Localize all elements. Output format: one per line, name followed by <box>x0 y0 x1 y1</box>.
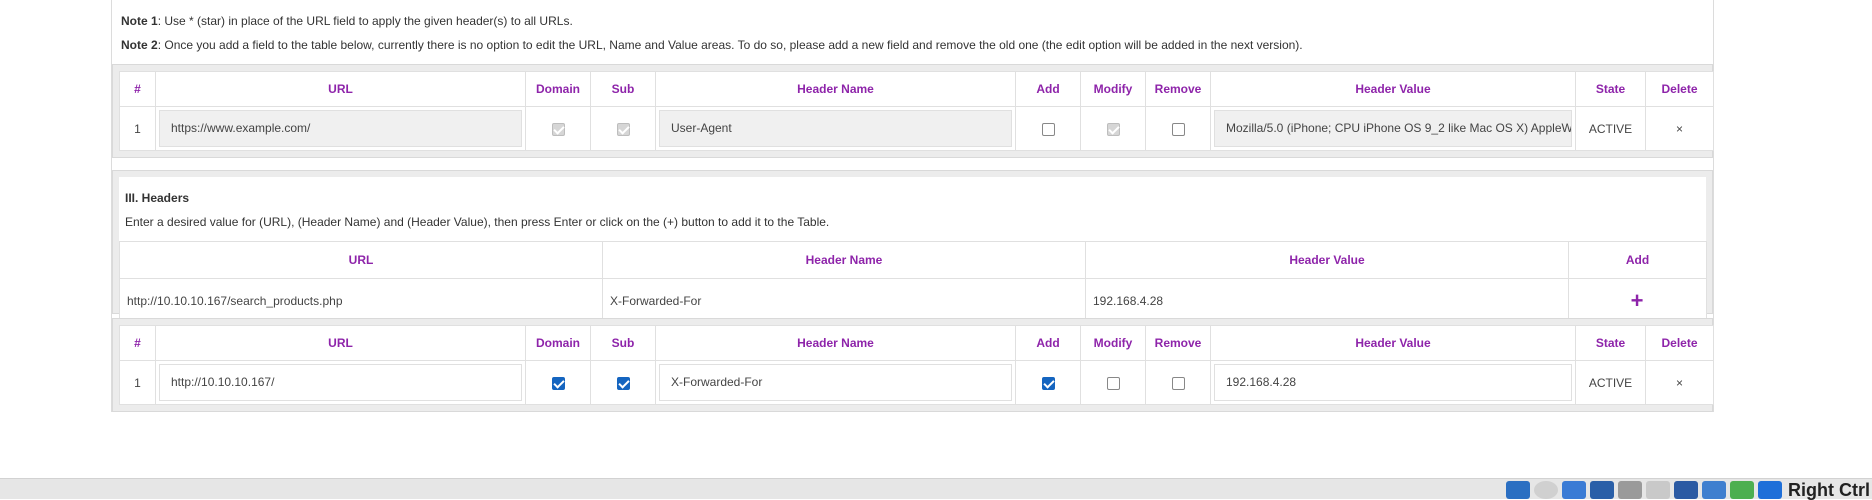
col-url: URL <box>155 325 526 361</box>
col-delete: Delete <box>1645 71 1714 107</box>
col-add: Add <box>1568 241 1707 279</box>
col-url: URL <box>155 71 526 107</box>
col-sub: Sub <box>590 71 656 107</box>
header-value-input[interactable]: 192.168.4.28 <box>1085 278 1569 323</box>
headers-input-table: URL Header Name Header Value Add http://… <box>119 241 1707 323</box>
cpu-icon[interactable] <box>1702 481 1727 499</box>
col-header-value: Header Value <box>1210 71 1576 107</box>
col-add: Add <box>1015 71 1081 107</box>
table-row: 1 http://10.10.10.167/ X-Forwarded-For 1… <box>119 360 1714 405</box>
section-title: III. Headers <box>125 191 190 205</box>
col-num: # <box>119 325 156 361</box>
col-state: State <box>1575 71 1646 107</box>
globe-icon[interactable] <box>1730 481 1755 499</box>
notes-section: Note 1: Use * (star) in place of the URL… <box>121 15 1303 63</box>
network-icon[interactable] <box>1562 481 1587 499</box>
state-toggle[interactable]: ACTIVE <box>1575 106 1646 151</box>
col-remove: Remove <box>1145 71 1211 107</box>
col-domain: Domain <box>525 325 591 361</box>
add-checkbox[interactable] <box>1041 122 1055 136</box>
col-header-value: Header Value <box>1210 325 1576 361</box>
header-name-input[interactable]: X-Forwarded-For <box>602 278 1086 323</box>
col-remove: Remove <box>1145 325 1211 361</box>
header-value-field: 192.168.4.28 <box>1214 364 1572 401</box>
header-name-field: X-Forwarded-For <box>659 364 1012 401</box>
col-state: State <box>1575 325 1646 361</box>
display-icon[interactable] <box>1646 481 1671 499</box>
table-row: 1 https://www.example.com/ User-Agent Mo… <box>119 106 1714 151</box>
section-description: Enter a desired value for (URL), (Header… <box>125 215 830 229</box>
headers-input-panel: III. Headers Enter a desired value for (… <box>112 170 1713 323</box>
usb-icon[interactable] <box>1590 481 1615 499</box>
col-header-name: Header Name <box>655 325 1016 361</box>
add-header-button[interactable]: + <box>1568 278 1707 323</box>
col-domain: Domain <box>525 71 591 107</box>
col-delete: Delete <box>1645 325 1714 361</box>
existing-headers-table: # URL Domain Sub Header Name Add Modify … <box>119 71 1714 151</box>
row-number: 1 <box>119 360 156 405</box>
url-field: http://10.10.10.167/ <box>159 364 522 401</box>
col-sub: Sub <box>590 325 656 361</box>
delete-button[interactable]: × <box>1645 106 1714 151</box>
state-toggle[interactable]: ACTIVE <box>1575 360 1646 405</box>
modify-checkbox <box>1106 122 1120 136</box>
col-url: URL <box>119 241 603 279</box>
url-field: https://www.example.com/ <box>159 110 522 147</box>
note-1: Note 1: Use * (star) in place of the URL… <box>121 14 573 28</box>
optical-drive-icon[interactable] <box>1506 481 1531 499</box>
remove-checkbox[interactable] <box>1171 376 1185 390</box>
shared-folder-icon[interactable] <box>1618 481 1643 499</box>
row-number: 1 <box>119 106 156 151</box>
col-header-value: Header Value <box>1085 241 1569 279</box>
col-header-name: Header Name <box>602 241 1086 279</box>
audio-icon[interactable] <box>1534 481 1559 499</box>
col-modify: Modify <box>1080 71 1146 107</box>
extension-options-page: Note 1: Use * (star) in place of the URL… <box>111 0 1714 412</box>
col-modify: Modify <box>1080 325 1146 361</box>
url-input[interactable]: http://10.10.10.167/search_products.php <box>119 278 603 323</box>
col-add: Add <box>1015 325 1081 361</box>
added-headers-table: # URL Domain Sub Header Name Add Modify … <box>119 325 1714 405</box>
header-name-field: User-Agent <box>659 110 1012 147</box>
status-tray: Right Ctrl <box>1506 481 1872 499</box>
modify-checkbox[interactable] <box>1106 376 1120 390</box>
sub-checkbox <box>616 122 630 136</box>
note-2: Note 2: Once you add a field to the tabl… <box>121 38 1303 52</box>
download-icon[interactable] <box>1758 481 1783 499</box>
delete-button[interactable]: × <box>1645 360 1714 405</box>
domain-checkbox[interactable] <box>551 376 565 390</box>
domain-checkbox <box>551 122 565 136</box>
col-num: # <box>119 71 156 107</box>
vm-status-bar: Right Ctrl <box>0 478 1872 499</box>
add-checkbox[interactable] <box>1041 376 1055 390</box>
header-value-field: Mozilla/5.0 (iPhone; CPU iPhone OS 9_2 l… <box>1214 110 1572 147</box>
sub-checkbox[interactable] <box>616 376 630 390</box>
video-capture-icon[interactable] <box>1674 481 1699 499</box>
col-header-name: Header Name <box>655 71 1016 107</box>
added-headers-panel: # URL Domain Sub Header Name Add Modify … <box>112 318 1714 412</box>
host-key-label: Right Ctrl <box>1788 480 1870 500</box>
existing-headers-panel: # URL Domain Sub Header Name Add Modify … <box>112 64 1714 158</box>
remove-checkbox[interactable] <box>1171 122 1185 136</box>
